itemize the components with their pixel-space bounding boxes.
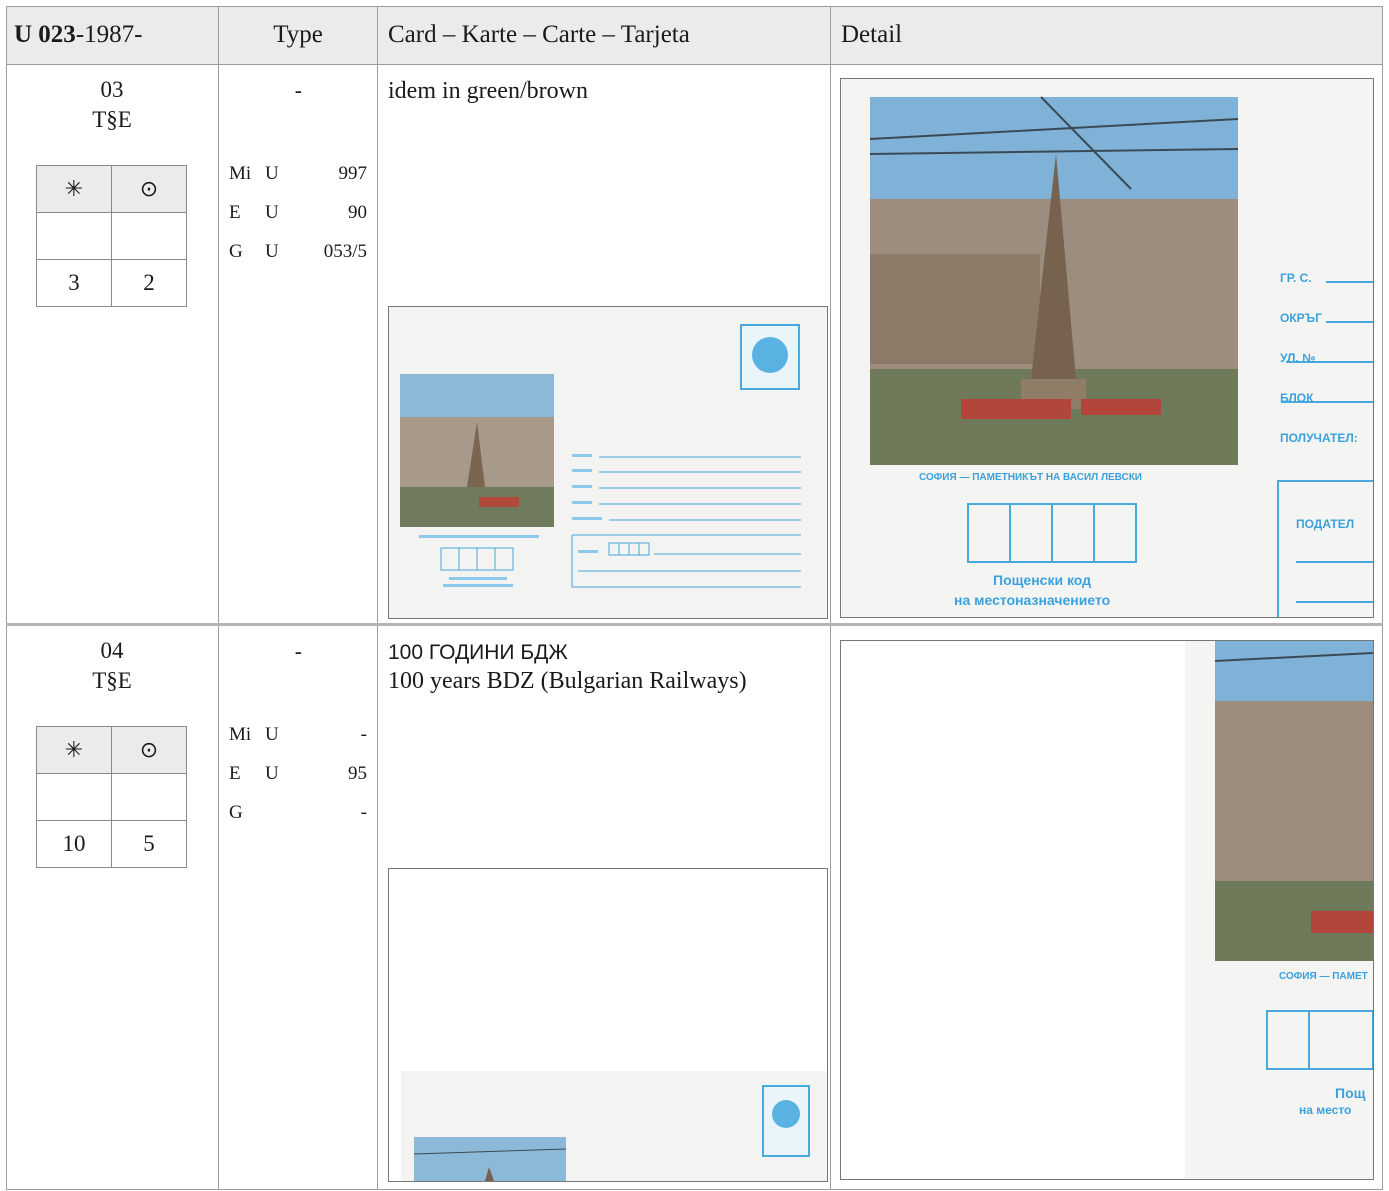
grid-line — [6, 6, 7, 1190]
recipient-label: ПОЛУЧАТЕЛ: — [1280, 431, 1358, 445]
table-row: 04 T§E ✳ ⊙ 10 5 - Mi U - E U 95 G- 100 ГОДИНИ … — [6, 626, 1383, 1190]
grid-line — [6, 1189, 1383, 1190]
detail-photo — [841, 79, 1373, 617]
card-header: Card – Karte – Carte – Tarjeta — [388, 21, 690, 48]
catalog-year: -1987- — [75, 21, 143, 48]
type-header: Type — [273, 21, 323, 48]
empty-price — [111, 773, 187, 821]
district-label: ОКРЪГ — [1280, 311, 1322, 325]
empty-price — [36, 773, 112, 821]
mint-icon: ✳ — [36, 165, 112, 213]
mint-price: 10 — [36, 820, 112, 868]
price-table: ✳ ⊙ 10 5 — [36, 726, 187, 868]
envelope-image[interactable] — [388, 868, 828, 1182]
grid-line — [6, 64, 1383, 65]
type-value: - — [294, 640, 302, 665]
catalog-table: U 023-1987- Type Card – Karte – Carte – … — [6, 6, 1383, 1190]
envelope-caption-cut: СОФИЯ — ПАМЕТ — [1279, 971, 1368, 982]
grid-line — [6, 6, 1383, 7]
mint-icon: ✳ — [36, 726, 112, 774]
used-price: 5 — [111, 820, 187, 868]
catalog-number-header: U 023-1987- — [6, 6, 218, 64]
number-cell: 03 T§E ✳ ⊙ 32 — [6, 65, 218, 625]
block-label: БЛОК — [1280, 391, 1314, 405]
card-cell: 100 ГОДИНИ БДЖ 100 years BDZ (Bulgarian … — [378, 626, 830, 1190]
used-price: 2 — [111, 259, 187, 307]
card-title-en: 100 years BDZ (Bulgarian Railways) — [388, 668, 747, 694]
postcode-label: Пощенски код — [993, 572, 1092, 588]
number-cell: 04 T§E ✳ ⊙ 10 5 — [6, 626, 218, 1190]
empty-price — [111, 212, 187, 260]
grid-line — [830, 6, 831, 1190]
type-value: - — [294, 79, 302, 104]
used-icon: ⊙ — [111, 726, 187, 774]
grid-line — [377, 6, 378, 1190]
card-description: 100 ГОДИНИ БДЖ 100 years BDZ (Bulgarian … — [388, 638, 747, 696]
postcode-sublabel: на местоназначението — [954, 592, 1111, 608]
detail-cell: СОФИЯ — ПАМЕТ Пощ на место — [831, 626, 1383, 1190]
street-label: УЛ. № — [1280, 351, 1316, 365]
sender-label: ПОДАТЕЛ — [1296, 517, 1355, 531]
table-header: U 023-1987- Type Card – Karte – Carte – … — [6, 6, 1383, 64]
detail-image[interactable]: СОФИЯ — ПАМЕТНИКЪТ НА ВАСИЛ ЛЕВСКИ ГР. С… — [840, 78, 1374, 618]
detail-cell: СОФИЯ — ПАМЕТНИКЪТ НА ВАСИЛ ЛЕВСКИ ГР. С… — [831, 65, 1383, 625]
postcode-label-cut: Пощ — [1335, 1085, 1366, 1101]
envelope-illustration — [389, 869, 827, 1181]
catalog-number-bold: U 023 — [14, 21, 76, 48]
used-icon: ⊙ — [111, 165, 187, 213]
card-cell: idem in green/brown — [378, 65, 830, 625]
card-description: idem in green/brown — [388, 78, 588, 104]
grid-line — [1382, 6, 1383, 1190]
card-title-ru: 100 ГОДИНИ БДЖ — [388, 641, 568, 664]
entry-number: 04 — [100, 638, 124, 663]
grid-line — [218, 6, 219, 1190]
entry-code: T§E — [92, 668, 132, 693]
envelope-caption: СОФИЯ — ПАМЕТНИКЪТ НА ВАСИЛ ЛЕВСКИ — [919, 472, 1142, 483]
envelope-illustration — [389, 307, 827, 618]
detail-image[interactable]: СОФИЯ — ПАМЕТ Пощ на место — [840, 640, 1374, 1180]
table-row: 03 T§E ✳ ⊙ 32 - Mi U 997 E U 90 G U 053/5 idem … — [6, 65, 1383, 625]
price-table: ✳ ⊙ 32 — [36, 165, 187, 307]
type-cell: - Mi U - E U 95 G- — [219, 626, 377, 1190]
mint-price: 3 — [36, 259, 112, 307]
entry-number: 03 — [100, 77, 124, 102]
detail-header: Detail — [841, 21, 903, 48]
empty-price — [36, 212, 112, 260]
grid-line — [6, 623, 1383, 626]
entry-code: T§E — [92, 107, 132, 132]
envelope-image[interactable] — [388, 306, 828, 619]
city-label: ГР. С. — [1280, 271, 1312, 285]
detail-photo — [1185, 641, 1373, 1179]
type-cell: - Mi U 997 E U 90 G U 053/5 — [219, 65, 377, 625]
postcode-sublabel-cut: на место — [1299, 1103, 1352, 1117]
